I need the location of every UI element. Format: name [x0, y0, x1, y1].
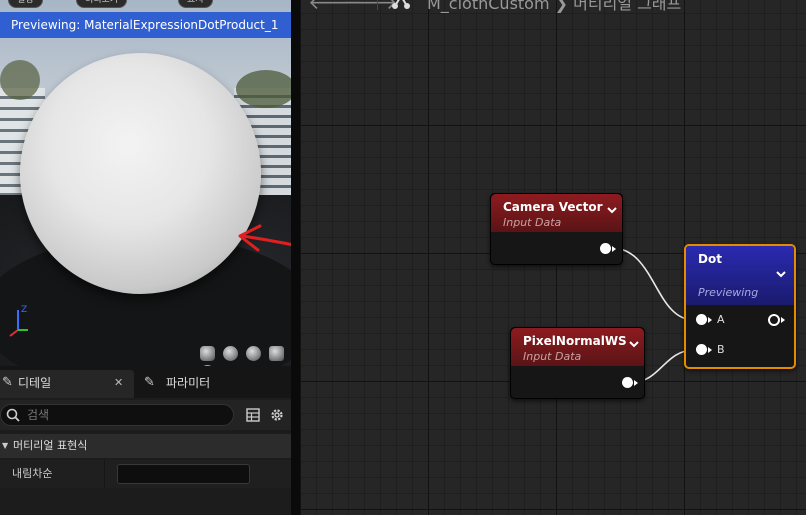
- node-title: Dot: [698, 252, 722, 266]
- details-tabbar: ✎ 디테일 ✕ ✎ 파라미터: [0, 366, 291, 398]
- output-pin-arrow: [612, 246, 616, 252]
- sphere-preview-icon[interactable]: [223, 346, 239, 361]
- node-title: PixelNormalWS: [523, 334, 627, 348]
- output-pin[interactable]: [768, 314, 780, 326]
- node-subtitle: Input Data: [503, 216, 562, 229]
- background-tree-right: [236, 70, 291, 108]
- parameters-icon: ✎: [144, 375, 155, 390]
- cube-preview-icon[interactable]: [269, 346, 285, 361]
- details-icon: ✎: [2, 375, 13, 390]
- category-header[interactable]: ▼ 머티리얼 표현식: [0, 434, 291, 458]
- search-input[interactable]: [27, 407, 227, 423]
- svg-text:Z: Z: [21, 305, 27, 315]
- plane-preview-icon[interactable]: [246, 346, 262, 361]
- pixel-normal-ws-node[interactable]: PixelNormalWS Input Data: [510, 327, 645, 399]
- gear-icon[interactable]: [269, 407, 285, 423]
- category-label: 머티리얼 표현식: [13, 439, 88, 452]
- search-icon: [6, 408, 20, 422]
- material-preview-viewport[interactable]: 설정 미리보기 표시 Previewing: MaterialExpressio…: [0, 0, 291, 366]
- input-pin-a-label: A: [717, 313, 725, 326]
- chevron-down-icon[interactable]: [628, 338, 640, 350]
- viewport-settings-button[interactable]: 설정: [8, 0, 43, 8]
- cylinder-preview-icon[interactable]: [200, 346, 215, 361]
- property-value-field[interactable]: [117, 464, 250, 484]
- chevron-down-icon[interactable]: [606, 204, 618, 216]
- close-icon[interactable]: ✕: [114, 370, 123, 396]
- background-tree-left: [0, 60, 40, 100]
- details-panel: ✎ 디테일 ✕ ✎ 파라미터 검색 ▼ 머티리얼 표현식 내림차순: [0, 366, 291, 515]
- node-subtitle: Previewing: [698, 286, 759, 299]
- output-pin-arrow: [634, 380, 638, 386]
- viewport-show-button[interactable]: 표시: [178, 0, 213, 8]
- dot-product-node[interactable]: Dot Previewing A B: [684, 244, 796, 369]
- left-panel: 설정 미리보기 표시 Previewing: MaterialExpressio…: [0, 0, 362, 515]
- tab-details-label: 디테일: [18, 376, 52, 390]
- panel-divider[interactable]: [291, 0, 300, 515]
- input-pin-a[interactable]: [696, 314, 707, 325]
- property-label: 내림차순: [12, 467, 53, 480]
- details-search-row: [0, 400, 291, 430]
- property-row: 내림차순: [0, 460, 291, 488]
- node-subtitle: Input Data: [523, 350, 582, 363]
- viewport-toolbar: 설정 미리보기 표시: [0, 0, 291, 10]
- input-pin-a-arrow: [708, 317, 712, 323]
- details-search-box[interactable]: [0, 404, 234, 426]
- chevron-down-icon[interactable]: [775, 268, 787, 280]
- output-pin[interactable]: [622, 377, 633, 388]
- input-pin-b[interactable]: [696, 344, 707, 355]
- input-pin-b-label: B: [717, 343, 725, 356]
- tab-parameters[interactable]: ✎ 파라미터: [142, 370, 252, 398]
- tab-parameters-label: 파라미터: [166, 376, 211, 390]
- output-pin-arrow: [781, 317, 785, 323]
- chevron-down-icon: ▼: [2, 441, 9, 450]
- table-view-icon[interactable]: [246, 408, 260, 422]
- previewing-banner: Previewing: MaterialExpressionDotProduct…: [0, 12, 291, 38]
- node-title: Camera Vector: [503, 200, 603, 214]
- input-pin-b-arrow: [708, 347, 712, 353]
- axis-gizmo-icon: Z: [9, 305, 28, 337]
- material-graph-canvas[interactable]: 🡐 🡒 M_clothCustom ❯ 머티리얼 그래프 Camera Vect…: [300, 0, 806, 515]
- tab-details[interactable]: ✎ 디테일 ✕: [0, 370, 134, 398]
- property-divider: [104, 460, 105, 488]
- viewport-preview-button[interactable]: 미리보기: [76, 0, 128, 8]
- output-pin[interactable]: [600, 243, 611, 254]
- preview-shape-buttons: [200, 346, 291, 366]
- camera-vector-node[interactable]: Camera Vector Input Data: [490, 193, 623, 265]
- preview-sphere: [20, 53, 261, 294]
